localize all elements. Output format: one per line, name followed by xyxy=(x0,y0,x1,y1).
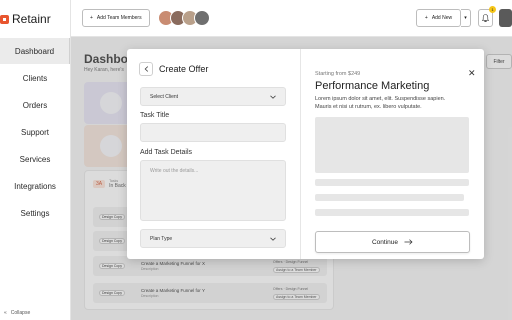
add-new-button[interactable]: + Add New xyxy=(416,9,461,27)
chevron-down-icon: ▾ xyxy=(464,15,467,21)
modal-divider xyxy=(300,49,301,259)
offer-title: Performance Marketing xyxy=(315,80,430,92)
offer-description: Lorem ipsum dolor sit amet, elit. Suspen… xyxy=(315,96,446,110)
task-details-textarea[interactable]: Write out the details... xyxy=(140,160,286,221)
chevron-left-icon xyxy=(144,66,148,72)
bell-icon xyxy=(482,14,489,22)
task-details-label: Add Task Details xyxy=(140,149,193,156)
logo[interactable]: Retainr xyxy=(0,12,51,26)
avatar xyxy=(194,10,210,26)
plan-type-dropdown[interactable]: Plan Type xyxy=(140,229,286,248)
offer-price: Starting from $249 xyxy=(315,71,361,77)
sidebar-item-services[interactable]: Services xyxy=(0,146,70,172)
skeleton-line xyxy=(315,194,464,201)
topbar: + Add Team Members + Add New ▾ 1 xyxy=(71,0,512,37)
team-avatars[interactable] xyxy=(158,10,210,26)
select-client-placeholder: Select Client xyxy=(150,93,179,100)
add-new-dropdown-button[interactable]: ▾ xyxy=(461,9,471,27)
sidebar-item-clients[interactable]: Clients xyxy=(0,65,70,91)
sidebar: Retainr Dashboard Clients Orders Support… xyxy=(0,0,71,320)
plan-type-placeholder: Plan Type xyxy=(150,235,173,242)
add-team-members-button[interactable]: + Add Team Members xyxy=(82,9,150,27)
back-button[interactable] xyxy=(139,62,153,76)
modal-title: Create Offer xyxy=(159,64,209,74)
sidebar-item-orders[interactable]: Orders xyxy=(0,92,70,118)
skeleton-line xyxy=(315,179,469,186)
profile-avatar[interactable] xyxy=(499,9,512,27)
sidebar-item-dashboard[interactable]: Dashboard xyxy=(0,38,70,64)
retainr-logo-icon xyxy=(0,14,9,24)
plus-icon: + xyxy=(90,15,93,21)
app-name: Retainr xyxy=(12,12,51,26)
offer-image-placeholder xyxy=(315,117,469,173)
sidebar-item-integrations[interactable]: Integrations xyxy=(0,173,70,199)
select-client-dropdown[interactable]: Select Client xyxy=(140,87,286,106)
collapse-icon: « xyxy=(4,310,7,316)
notification-badge: 1 xyxy=(489,6,496,13)
create-offer-modal: Create Offer Select Client Task Title Ad… xyxy=(127,49,484,259)
close-icon[interactable]: ✕ xyxy=(468,69,476,78)
add-team-members-label: Add Team Members xyxy=(96,15,142,21)
task-title-input[interactable] xyxy=(140,123,286,142)
task-details-placeholder: Write out the details... xyxy=(150,168,199,174)
continue-button[interactable]: Continue xyxy=(315,231,470,253)
skeleton-line xyxy=(315,209,469,216)
continue-label: Continue xyxy=(371,238,399,246)
chevron-down-icon xyxy=(270,237,276,241)
collapse-label: Collapse xyxy=(10,310,31,316)
collapse-button[interactable]: « Collapse xyxy=(4,310,30,316)
sidebar-item-support[interactable]: Support xyxy=(0,119,70,145)
arrow-right-icon xyxy=(404,239,413,245)
task-title-label: Task Title xyxy=(140,112,170,119)
sidebar-item-settings[interactable]: Settings xyxy=(0,200,70,226)
plus-icon: + xyxy=(424,15,428,21)
chevron-down-icon xyxy=(270,95,276,99)
add-new-label: Add New xyxy=(431,15,453,21)
